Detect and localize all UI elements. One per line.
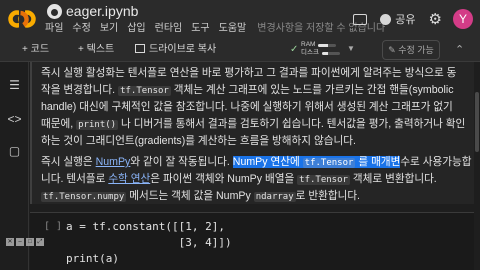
text-line: 때문에, print() 나 디버거를 통해서 결과를 검토하기 쉽습니다. 텐…: [41, 116, 465, 134]
scrollbar[interactable]: [474, 62, 480, 270]
code-cell[interactable]: [ ] a = tf.constant([[1, 2], [3, 4]]) pr…: [30, 212, 474, 270]
disk-label: 디스크: [301, 49, 319, 56]
edit-mode-button[interactable]: ✎ 수정 가능: [382, 40, 440, 60]
text-line: 즉시 실행은 NumPy와 같이 잘 작동됩니다. NumPy 연산에 tf.T…: [41, 154, 471, 172]
notebook-title[interactable]: eager.ipynb: [66, 2, 138, 20]
window-controls: ✕ – □ ⤢: [6, 238, 44, 246]
text-span: 객체는 계산 그래프에 있는 노드를 가르키는 간접 핸들(symbolic: [170, 84, 454, 96]
text-span: 메서드는 객체 값을 NumPy: [126, 190, 254, 202]
ram-usage-fill: [318, 43, 329, 47]
code-line: print(a): [66, 252, 119, 265]
menu-help[interactable]: 도움말: [219, 22, 247, 36]
chevron-down-icon[interactable]: ▼: [347, 44, 355, 53]
chevron-up-icon[interactable]: ⌃: [455, 43, 464, 56]
text-span: 나 디버거를 통해서 결과를 검토하기 쉽습니다. 텐서값을 평가, 출력하거나…: [118, 118, 466, 130]
menu-bar: 파일 수정 보기 삽입 런타임 도구 도움말 변경사항을 저장할 수 없습니다: [45, 22, 394, 36]
menu-insert[interactable]: 삽입: [127, 22, 145, 36]
text-line: handle) 대신에 구체적인 값을 참조합니다. 나중에 실행하기 위해서 …: [41, 101, 453, 113]
inline-code: tf.Tensor: [118, 86, 171, 96]
text-cell[interactable]: 즉시 실행 활성화는 텐서플로 연산을 바로 평가하고 그 결과를 파이썬에게 …: [30, 62, 474, 204]
selected-text: NumPy 연산에 tf.Tensor 를 매개변: [232, 156, 401, 168]
text-span: 작을 변경합니다.: [41, 84, 119, 96]
text-line: 즉시 실행 활성화는 텐서플로 연산을 바로 평가하고 그 결과를 파이썬에게 …: [41, 67, 457, 79]
ram-label: RAM: [301, 41, 316, 48]
text-line: 작을 변경합니다. tf.Tensor 객체는 계산 그래프에 있는 노드를 가…: [41, 82, 454, 100]
code-snippets-icon[interactable]: <>: [7, 112, 22, 127]
text-span: 수로 사용가능합: [400, 156, 472, 168]
copy-to-drive-button[interactable]: 드라이브로 복사: [135, 43, 216, 57]
menu-edit[interactable]: 수정: [72, 22, 90, 36]
table-of-contents-icon[interactable]: ☰: [7, 78, 22, 93]
inline-code: tf.Tensor.numpy: [41, 192, 127, 202]
text-span: 때문에,: [41, 118, 77, 130]
fullscreen-icon[interactable]: ⤢: [36, 238, 44, 246]
menu-view[interactable]: 보기: [100, 22, 118, 36]
text-span: 객체로 변환합니다.: [349, 173, 437, 185]
inline-code: tf.Tensor: [302, 158, 356, 168]
inline-code: print(): [76, 120, 119, 130]
app-header: eager.ipynb 파일 수정 보기 삽입 런타임 도구 도움말 변경사항을…: [0, 0, 480, 38]
add-text-button[interactable]: + 텍스트: [78, 43, 114, 57]
disk-usage-bar: [321, 51, 340, 55]
text-line: 하는 것이 그래디언트(gradients)를 계산하는 흐름을 방해하지 않습…: [41, 135, 356, 147]
menu-tools[interactable]: 도구: [191, 22, 209, 36]
text-span: NumPy 연산에: [232, 156, 303, 168]
menu-file[interactable]: 파일: [45, 22, 63, 36]
comment-icon[interactable]: [353, 13, 368, 25]
text-span: 은 파이썬 객체와 NumPy 배열을: [150, 173, 298, 185]
text-line: 니다. 텐서플로 수학 연산은 파이썬 객체와 NumPy 배열을 tf.Ten…: [41, 171, 437, 189]
text-span: 로 반환합니다.: [295, 190, 361, 202]
copy-to-drive-label: 드라이브로 복사: [149, 44, 217, 55]
resource-monitor[interactable]: RAM 디스크: [301, 41, 345, 60]
text-span: 즉시 실행은: [41, 156, 96, 168]
text-line: tf.Tensor.numpy 메서드는 객체 값을 NumPy ndarray…: [41, 188, 360, 206]
connected-check-icon: ✓: [290, 44, 299, 55]
share-button[interactable]: 공유: [395, 11, 415, 27]
colab-logo[interactable]: [7, 4, 37, 34]
ram-usage-bar: [318, 43, 337, 47]
github-icon: [47, 4, 62, 19]
avatar[interactable]: Y: [453, 9, 473, 29]
code-line: a = tf.constant([[1, 2],: [66, 220, 225, 233]
maximize-icon[interactable]: □: [26, 238, 34, 246]
inline-code: tf.Tensor: [297, 175, 350, 185]
minimize-icon[interactable]: –: [16, 238, 24, 246]
numpy-link[interactable]: NumPy: [96, 156, 131, 168]
notebook-toolbar: + 코드 + 텍스트 드라이브로 복사 ✓ RAM 디스크 ▼ ✎ 수정 가능 …: [0, 38, 480, 62]
text-span: 를 매개변: [355, 156, 401, 168]
scroll-thumb[interactable]: [475, 92, 479, 152]
inline-code: ndarray: [253, 192, 296, 202]
disk-usage-fill: [321, 51, 329, 55]
notebook-content: 즉시 실행 활성화는 텐서플로 연산을 바로 평가하고 그 결과를 파이썬에게 …: [30, 62, 474, 270]
menu-runtime[interactable]: 런타임: [155, 22, 183, 36]
share-icon[interactable]: [380, 13, 392, 25]
run-cell-button[interactable]: [ ]: [44, 221, 62, 232]
close-icon[interactable]: ✕: [6, 238, 14, 246]
files-icon[interactable]: ▢: [7, 144, 22, 159]
gear-icon[interactable]: ⚙: [429, 12, 442, 27]
code-line: [3, 4]]): [66, 236, 232, 249]
math-ops-link[interactable]: 수학 연산: [108, 173, 150, 185]
add-code-button[interactable]: + 코드: [22, 43, 49, 57]
header-actions: 공유 ⚙ Y: [353, 6, 480, 32]
drive-icon: [135, 44, 145, 53]
text-span: 니다. 텐서플로: [41, 173, 109, 185]
text-span: 와 같이 잘 작동됩니다.: [130, 156, 233, 168]
